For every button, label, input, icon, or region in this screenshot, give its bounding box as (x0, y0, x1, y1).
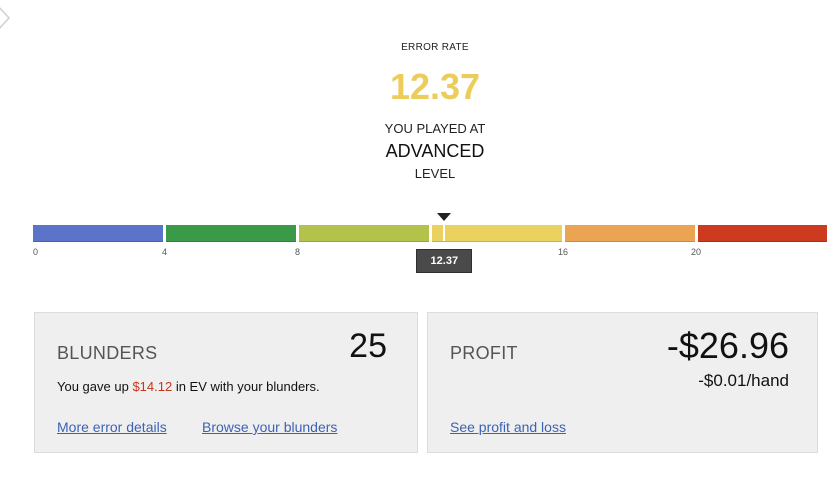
profit-card: PROFIT -$26.96 -$0.01/hand See profit an… (427, 312, 818, 453)
scale-segment (432, 225, 562, 242)
blunders-card: BLUNDERS 25 You gave up $14.12 in EV wit… (34, 312, 418, 453)
played-at-label: YOU PLAYED AT (384, 121, 486, 136)
blunders-ev-amount: $14.12 (132, 379, 173, 394)
scale-tick-label: 4 (162, 247, 168, 257)
blunders-title: BLUNDERS (57, 343, 158, 363)
scale-tick-label: 0 (33, 247, 39, 257)
blunders-summary: You gave up $14.12 in EV with your blund… (57, 379, 320, 394)
see-profit-loss-link[interactable]: See profit and loss (450, 419, 566, 435)
error-rate-scale (33, 225, 827, 242)
scale-segment (33, 225, 163, 242)
profit-per-hand: -$0.01/hand (698, 371, 789, 390)
marker-pointer-icon (437, 213, 452, 221)
blunders-text-after: in EV with your blunders. (172, 379, 320, 394)
profit-value: -$26.96 (666, 325, 789, 366)
skill-level-name: ADVANCED (385, 141, 485, 161)
error-rate-label: ERROR RATE (401, 42, 469, 53)
browse-blunders-link[interactable]: Browse your blunders (202, 419, 337, 435)
scale-segment (166, 225, 296, 242)
more-error-details-link[interactable]: More error details (57, 419, 167, 435)
scale-tick-label: 16 (558, 247, 569, 257)
scale-segment (698, 225, 827, 242)
chevron-right-icon[interactable] (0, 4, 18, 32)
scale-tick-label: 20 (691, 247, 702, 257)
level-label: LEVEL (414, 166, 456, 181)
blunders-text-before: You gave up (57, 379, 133, 394)
scale-tick-label: 8 (295, 247, 301, 257)
scale-segment (565, 225, 695, 242)
marker-line (443, 225, 446, 241)
blunders-count: 25 (349, 327, 387, 365)
error-rate-value: 12.37 (389, 66, 481, 107)
marker-value-badge: 12.37 (416, 249, 473, 273)
scale-segment (299, 225, 429, 242)
profit-title: PROFIT (450, 343, 518, 363)
